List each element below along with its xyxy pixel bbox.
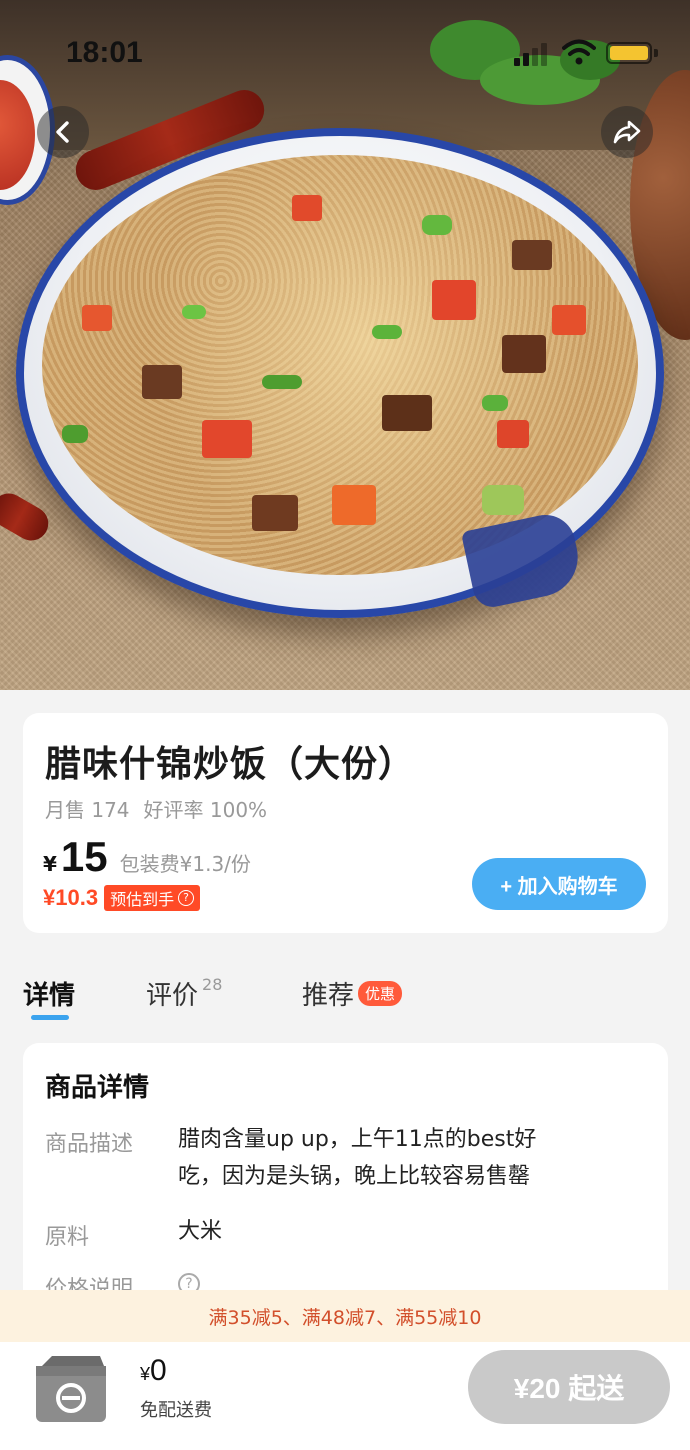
share-button[interactable] xyxy=(601,106,653,158)
add-to-cart-button[interactable]: + 加入购物车 xyxy=(472,858,646,910)
currency-symbol: ¥ xyxy=(140,1364,151,1384)
cart-total: ¥0 xyxy=(140,1354,167,1388)
wifi-icon xyxy=(562,39,596,65)
question-icon: ? xyxy=(178,890,195,906)
chili-decoration xyxy=(0,487,55,547)
fried-rice xyxy=(42,155,638,575)
back-button[interactable] xyxy=(37,106,89,158)
shopping-bag-icon[interactable] xyxy=(32,1352,110,1424)
tab-label: 详情 xyxy=(23,981,76,1011)
ingredients-label: 原料 xyxy=(45,1225,90,1250)
promo-banner: 满35减5、满48减7、满55减10 xyxy=(0,1290,690,1342)
description-line-2: 吃，因为是头锅，晚上比较容易售罄 xyxy=(178,1164,531,1189)
cart-total-amount: 0 xyxy=(150,1354,167,1387)
review-count: 28 xyxy=(202,975,223,994)
monthly-sales: 月售 174 xyxy=(45,798,130,822)
tab-reviews[interactable]: 评价 28 xyxy=(146,975,222,1012)
status-time: 18:01 xyxy=(66,36,143,69)
discount-badge: 优惠 xyxy=(358,981,403,1006)
positive-rating: 好评率 100% xyxy=(143,798,268,822)
detail-tabs: 详情 评价 28 推荐 优惠 xyxy=(0,965,690,1025)
product-title: 腊味什锦炒饭（大份） xyxy=(45,744,416,785)
tab-details[interactable]: 详情 xyxy=(23,975,75,1012)
product-stats: 月售 174 好评率 100% xyxy=(45,794,267,823)
bottom-cart-bar: ¥0 免配送费 ¥20 起送 xyxy=(0,1342,690,1450)
description-label: 商品描述 xyxy=(45,1132,134,1157)
battery-icon xyxy=(606,42,652,64)
ingredients-value: 大米 xyxy=(178,1219,223,1244)
tab-label: 评价 xyxy=(146,981,199,1011)
estimated-price-tag[interactable]: 预估到手 ? xyxy=(104,885,201,911)
description-value: 腊肉含量up up，上午11点的best好 吃，因为是头锅，晚上比较容易售罄 xyxy=(178,1121,536,1195)
product-hero-image xyxy=(0,0,690,690)
price-row: ¥ 15 包装费¥1.3/份 xyxy=(43,833,251,883)
active-tab-indicator xyxy=(31,1015,69,1020)
share-arrow-icon xyxy=(613,120,641,144)
battery-cap xyxy=(654,49,658,57)
product-price: 15 xyxy=(60,833,108,880)
cellular-signal-icon xyxy=(514,42,547,66)
minimum-order-button[interactable]: ¥20 起送 xyxy=(468,1350,670,1424)
chevron-left-icon xyxy=(56,121,69,143)
estimated-label: 预估到手 xyxy=(110,890,175,909)
product-details-card: 商品详情 商品描述 腊肉含量up up，上午11点的best好 吃，因为是头锅，… xyxy=(23,1043,668,1303)
estimated-price-row: ¥10.3 预估到手 ? xyxy=(43,885,201,911)
tab-label: 推荐 xyxy=(302,981,355,1011)
delivery-fee: 免配送费 xyxy=(140,1400,212,1421)
product-info-card: 腊味什锦炒饭（大份） 月售 174 好评率 100% ¥ 15 包装费¥1.3/份… xyxy=(23,713,668,933)
packaging-fee: 包装费¥1.3/份 xyxy=(119,852,251,876)
currency-symbol: ¥ xyxy=(43,852,57,876)
estimated-price: ¥10.3 xyxy=(43,885,99,910)
description-line-1: 腊肉含量up up，上午11点的best好 xyxy=(178,1127,537,1152)
promo-text: 满35减5、满48减7、满55减10 xyxy=(208,1306,482,1329)
details-title: 商品详情 xyxy=(45,1073,150,1103)
tab-recommend[interactable]: 推荐 优惠 xyxy=(302,975,403,1012)
